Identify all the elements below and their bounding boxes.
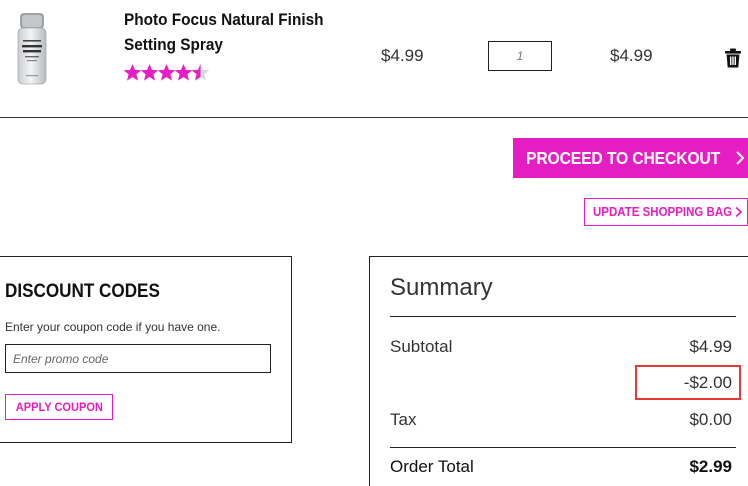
apply-coupon-label: APPLY COUPON [15,400,103,414]
summary-title: Summary [390,274,493,301]
subtotal-label: Subtotal [390,337,453,356]
product-name[interactable]: Photo Focus Natural Finish Setting Spray [124,8,329,58]
product-image[interactable] [14,12,50,86]
summary-divider [390,316,736,317]
order-total-value: $2.99 [689,457,732,476]
checkout-button-label: PROCEED TO CHECKOUT [526,147,721,168]
update-button-label: UPDATE SHOPPING BAG [593,205,733,219]
unit-price: $4.99 [381,46,424,65]
promo-code-input[interactable] [5,344,271,373]
summary-divider [390,447,736,448]
discount-codes-title: DISCOUNT CODES [5,281,160,302]
star-half-icon [191,63,210,81]
discount-value: -$2.00 [683,373,732,392]
chevron-right-icon [736,151,745,165]
line-total: $4.99 [610,46,653,65]
trash-icon[interactable] [724,48,742,68]
discount-help-text: Enter your coupon code if you have one. [5,320,221,334]
cart-divider [0,117,748,118]
order-summary-panel: Summary Subtotal $4.99 -$2.00 Tax $0.00 … [369,256,748,486]
update-shopping-bag-button[interactable]: UPDATE SHOPPING BAG [584,198,748,226]
chevron-right-icon [735,206,743,218]
subtotal-value: $4.99 [689,337,732,356]
discount-codes-panel: DISCOUNT CODES Enter your coupon code if… [0,256,292,443]
quantity-input[interactable] [488,41,552,71]
tax-label: Tax [390,410,417,429]
proceed-to-checkout-button[interactable]: PROCEED TO CHECKOUT [513,138,748,178]
tax-value: $0.00 [689,410,732,429]
apply-coupon-button[interactable]: APPLY COUPON [5,394,113,420]
order-total-label: Order Total [390,457,474,476]
